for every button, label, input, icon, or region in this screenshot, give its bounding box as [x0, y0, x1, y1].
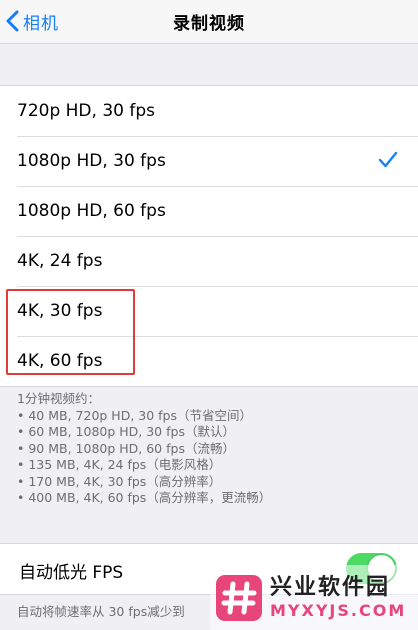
watermark-logo: [216, 574, 262, 621]
footnote-line: • 40 MB, 720p HD, 30 fps（节省空间）: [17, 407, 252, 423]
video-format-list: 720p HD, 30 fps 1080p HD, 30 fps 1080p H…: [0, 85, 418, 387]
low-light-fps-label: 自动低光 FPS: [19, 563, 124, 583]
option-4k-24[interactable]: 4K, 24 fps: [0, 236, 418, 286]
option-1080p-30[interactable]: 1080p HD, 30 fps: [0, 136, 418, 186]
option-4k-30[interactable]: 4K, 30 fps: [0, 286, 418, 336]
footnote-line: • 400 MB, 4K, 60 fps（高分辨率，更流畅）: [17, 490, 272, 505]
option-label: 4K, 60 fps: [17, 351, 103, 371]
watermark: 兴业软件园 MYXYJS.COM: [210, 565, 418, 630]
watermark-text: 兴业软件园 MYXYJS.COM: [270, 575, 406, 621]
footnote-line: • 135 MB, 4K, 24 fps（电影风格）: [17, 457, 222, 472]
footnote-line: • 170 MB, 4K, 30 fps（高分辨率）: [17, 473, 222, 489]
option-1080p-60[interactable]: 1080p HD, 60 fps: [0, 186, 418, 236]
option-720p-30[interactable]: 720p HD, 30 fps: [0, 86, 418, 136]
page-title: 录制视频: [173, 14, 245, 34]
footnote-line: • 60 MB, 1080p HD, 30 fps（默认）: [17, 424, 235, 439]
hash-logo-icon: [221, 581, 257, 614]
option-label: 1080p HD, 60 fps: [17, 201, 166, 221]
navigation-bar: 相机 录制视频: [0, 0, 418, 44]
low-light-description: 自动将帧速率从 30 fps减少到: [17, 604, 185, 619]
watermark-domain: MYXYJS.COM: [270, 600, 407, 620]
storage-footnote: 1分钟视频约： • 40 MB, 720p HD, 30 fps（节省空间） •…: [17, 391, 407, 507]
option-label: 1080p HD, 30 fps: [17, 151, 166, 171]
checkmark-icon: [378, 151, 398, 168]
footnote-heading: 1分钟视频约：: [17, 391, 100, 406]
footnote-line: • 90 MB, 1080p HD, 60 fps（流畅）: [17, 440, 235, 456]
option-label: 720p HD, 30 fps: [17, 101, 155, 121]
option-4k-60[interactable]: 4K, 60 fps: [0, 336, 418, 386]
option-label: 4K, 24 fps: [17, 251, 103, 271]
watermark-name: 兴业软件园: [270, 574, 391, 600]
option-label: 4K, 30 fps: [17, 301, 103, 321]
